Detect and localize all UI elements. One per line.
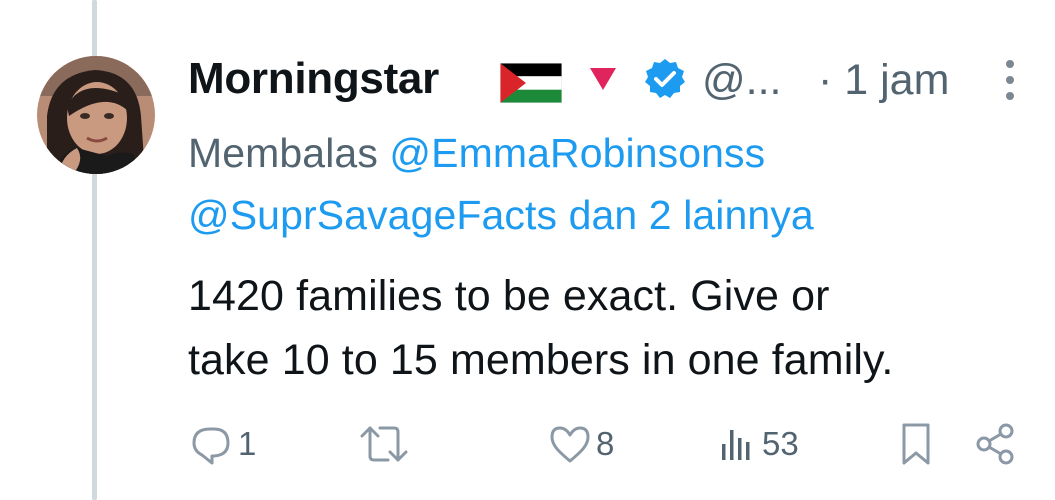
reply-prefix: Membalas	[188, 130, 390, 176]
tweet-header: Morningstar @... · 1 jam	[188, 50, 1028, 114]
red-triangle-icon	[590, 68, 616, 90]
mention-link-others[interactable]: @SuprSavageFacts dan 2 lainnya	[188, 192, 814, 238]
reply-icon	[192, 427, 230, 465]
tweet-text-line: take 10 to 15 members in one family.	[188, 336, 894, 384]
like-button[interactable]: 8	[548, 418, 614, 470]
palestine-flag-icon	[500, 63, 562, 103]
share-icon	[976, 423, 1014, 465]
reply-count: 1	[238, 425, 257, 462]
share-button[interactable]	[972, 418, 1018, 470]
avatar[interactable]	[37, 56, 155, 174]
views-count: 53	[762, 425, 799, 462]
like-count: 8	[596, 425, 615, 462]
author-name[interactable]: Morningstar	[188, 54, 439, 104]
avatar-image	[37, 56, 155, 174]
bookmark-icon	[902, 423, 930, 465]
views-icon	[722, 430, 750, 460]
more-vertical-icon[interactable]	[1004, 60, 1016, 106]
reply-button[interactable]: 1	[188, 418, 256, 470]
views-button[interactable]: 53	[718, 418, 799, 470]
reply-context: Membalas @EmmaRobinsonss @SuprSavageFact…	[188, 122, 1038, 246]
bookmark-button[interactable]	[896, 418, 936, 470]
verified-badge-icon[interactable]	[644, 58, 686, 100]
heart-icon	[550, 426, 590, 463]
tweet-text: 1420 families to be exact. Give or take …	[188, 264, 1048, 392]
tweet-timestamp[interactable]: · 1 jam	[818, 56, 949, 105]
mention-link[interactable]: @EmmaRobinsonss	[389, 130, 765, 176]
author-handle[interactable]: @...	[702, 56, 782, 105]
tweet-text-line: 1420 families to be exact. Give or	[188, 272, 830, 320]
retweet-button[interactable]	[358, 418, 414, 470]
retweet-icon	[360, 426, 408, 462]
action-bar: 1 8 53	[188, 418, 1028, 470]
